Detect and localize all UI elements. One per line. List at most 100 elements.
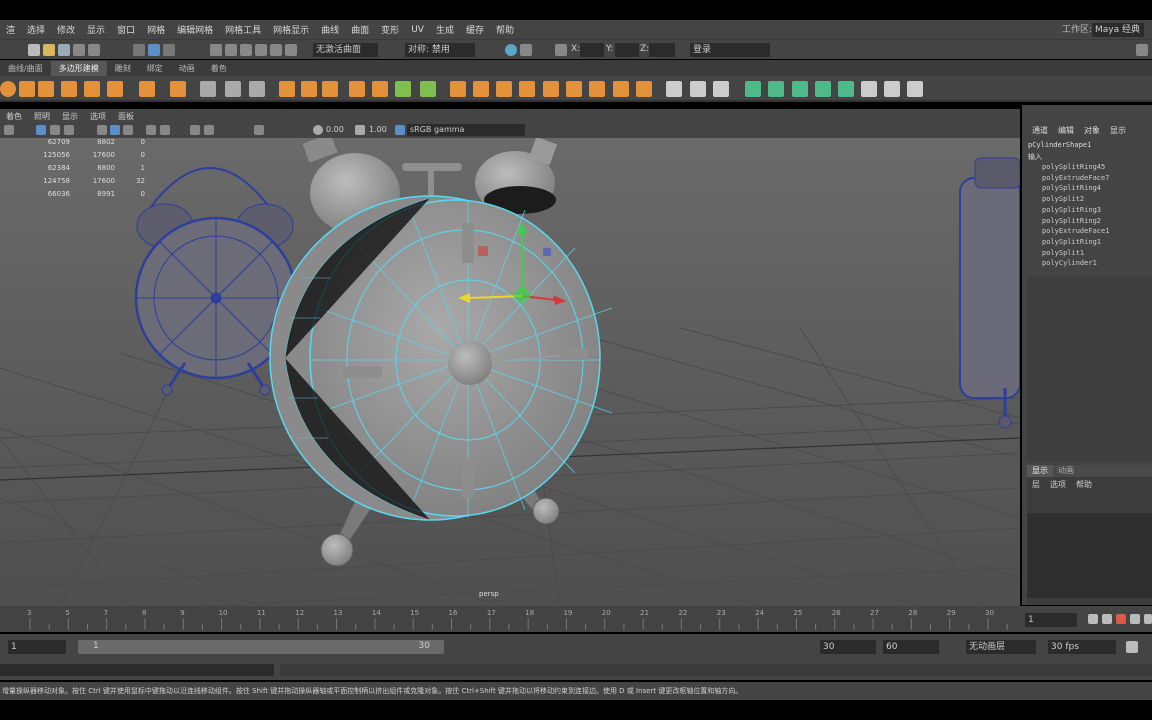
step-back-key-icon[interactable] [1116,614,1126,624]
history-icon[interactable] [285,44,297,56]
uv-editor-icon[interactable] [249,81,265,97]
poke-icon[interactable] [589,81,605,97]
fill-hole-icon[interactable] [473,81,489,97]
menu-item[interactable]: 窗口 [111,23,141,36]
undo-icon[interactable] [73,44,85,56]
menu-item[interactable]: 帮助 [490,23,520,36]
perspective-viewport[interactable]: 62709 8802 0 125056 17600 0 62384 8800 1… [0,138,1020,606]
poly-cone-icon[interactable] [38,81,54,97]
history-item[interactable]: polySplitRing4 [1042,183,1109,194]
merge-icon[interactable] [496,81,512,97]
menu-item[interactable]: 编辑网格 [171,23,219,36]
anim-layer-dropdown[interactable]: 无动画层 [966,640,1036,654]
gamma-icon[interactable] [355,125,365,135]
menu-item[interactable]: 网格显示 [267,23,315,36]
snap-point-icon[interactable] [240,44,252,56]
layer-menu-item[interactable]: 层 [1032,479,1040,490]
textured-icon[interactable] [123,125,133,135]
select-component-icon[interactable] [163,44,175,56]
snap-surface-icon[interactable] [270,44,282,56]
absolute-transform-icon[interactable] [555,44,567,56]
menu-item[interactable]: 选择 [21,23,51,36]
multi-cut-icon[interactable] [666,81,682,97]
menu-item[interactable]: UV [405,25,430,35]
chamfer-icon[interactable] [566,81,582,97]
shelf-tab[interactable]: 曲线/曲面 [0,61,51,76]
slide-edge-icon[interactable] [745,81,761,97]
collapse-icon[interactable] [543,81,559,97]
panel-menu-item[interactable]: 显示 [56,111,84,122]
layer-tab-display[interactable]: 显示 [1027,465,1053,477]
film-gate-icon[interactable] [64,125,74,135]
poly-plane-icon[interactable] [84,81,100,97]
menu-item[interactable]: 变形 [375,23,405,36]
shelf-tab-active[interactable]: 多边形建模 [50,61,107,76]
layer-list[interactable] [1027,513,1152,598]
menu-item[interactable]: 生成 [430,23,460,36]
menu-item[interactable]: 曲面 [345,23,375,36]
target-weld-icon[interactable] [519,81,535,97]
workspace-dropdown[interactable]: Maya 经典* [1092,23,1144,49]
panel-menu-item[interactable]: 着色 [0,111,28,122]
history-item[interactable]: polyCylinder1 [1042,258,1109,269]
smooth-shade-icon[interactable] [110,125,120,135]
history-item[interactable]: polySplit1 [1042,248,1109,259]
live-surface-field[interactable]: 无激活曲面 [313,43,378,57]
panel-menu-item[interactable]: 面板 [112,111,140,122]
poly-cube-icon[interactable] [19,81,35,97]
poly-sphere-icon[interactable] [0,81,16,97]
camera-select-icon[interactable] [4,125,14,135]
wedge-icon[interactable] [613,81,629,97]
history-item[interactable]: polyExtrudeFace1 [1042,226,1109,237]
history-item[interactable]: polySplitRing2 [1042,216,1109,227]
separate-icon[interactable] [301,81,317,97]
poly-disc-icon[interactable] [107,81,123,97]
colorspace-dropdown[interactable]: sRGB gamma [407,124,525,136]
layer-tab-anim[interactable]: 动画 [1053,465,1079,477]
x-field[interactable] [580,43,604,57]
layer-menu-item[interactable]: 帮助 [1076,479,1092,490]
step-back-icon[interactable] [1102,614,1112,624]
cleanup-icon[interactable] [861,81,877,97]
redo-icon[interactable] [88,44,100,56]
snap-grid-icon[interactable] [210,44,222,56]
boolean-icon[interactable] [349,81,365,97]
play-backward-icon[interactable] [1130,614,1140,624]
snap-view-icon[interactable] [255,44,267,56]
settings-icon[interactable] [1136,44,1148,56]
triangulate-icon[interactable] [884,81,900,97]
loop-icon[interactable] [1126,641,1138,653]
z-field[interactable] [649,43,675,57]
menu-item[interactable]: 网格工具 [219,23,267,36]
resolution-gate-icon[interactable] [254,125,264,135]
channel-box-tab[interactable]: 显示 [1110,125,1126,136]
play-forward-icon[interactable] [1144,614,1152,624]
layer-menu-item[interactable]: 选项 [1050,479,1066,490]
channel-box-tab[interactable]: 通道 [1032,125,1048,136]
uv-project-icon[interactable] [200,81,216,97]
playback-range-bar[interactable]: 1 30 [78,640,444,654]
shadows-icon[interactable] [160,125,170,135]
platonic-solid-icon[interactable] [139,81,155,97]
shelf-tab[interactable]: 着色 [203,61,235,76]
bridge-icon[interactable] [420,81,436,97]
panel-menu-item[interactable]: 照明 [28,111,56,122]
grid-toggle-icon[interactable] [50,125,60,135]
symmetry-dropdown[interactable]: 对称: 禁用 [405,43,475,57]
wireframe-icon[interactable] [36,125,46,135]
circularize-icon[interactable] [636,81,652,97]
extrude-icon[interactable] [395,81,411,97]
exposure-icon[interactable] [313,125,323,135]
shelf-tab[interactable]: 动画 [171,61,203,76]
time-slider[interactable]: 3 5 7 8 9 10 11 12 13 14 15 16 17 18 19 20 21 22 23 24 25 26 2… [0,606,1152,632]
history-item[interactable]: polySplit2 [1042,194,1109,205]
menu-item[interactable]: 渲 [0,23,21,36]
channel-box-tab[interactable]: 编辑 [1058,125,1074,136]
go-to-start-icon[interactable] [1088,614,1098,624]
conform-icon[interactable] [815,81,831,97]
xray-icon[interactable] [190,125,200,135]
gamma-value[interactable]: 1.00 [369,125,387,134]
soften-edge-icon[interactable] [768,81,784,97]
wireframe-on-shaded-icon[interactable] [97,125,107,135]
channel-box-tab[interactable]: 对象 [1084,125,1100,136]
